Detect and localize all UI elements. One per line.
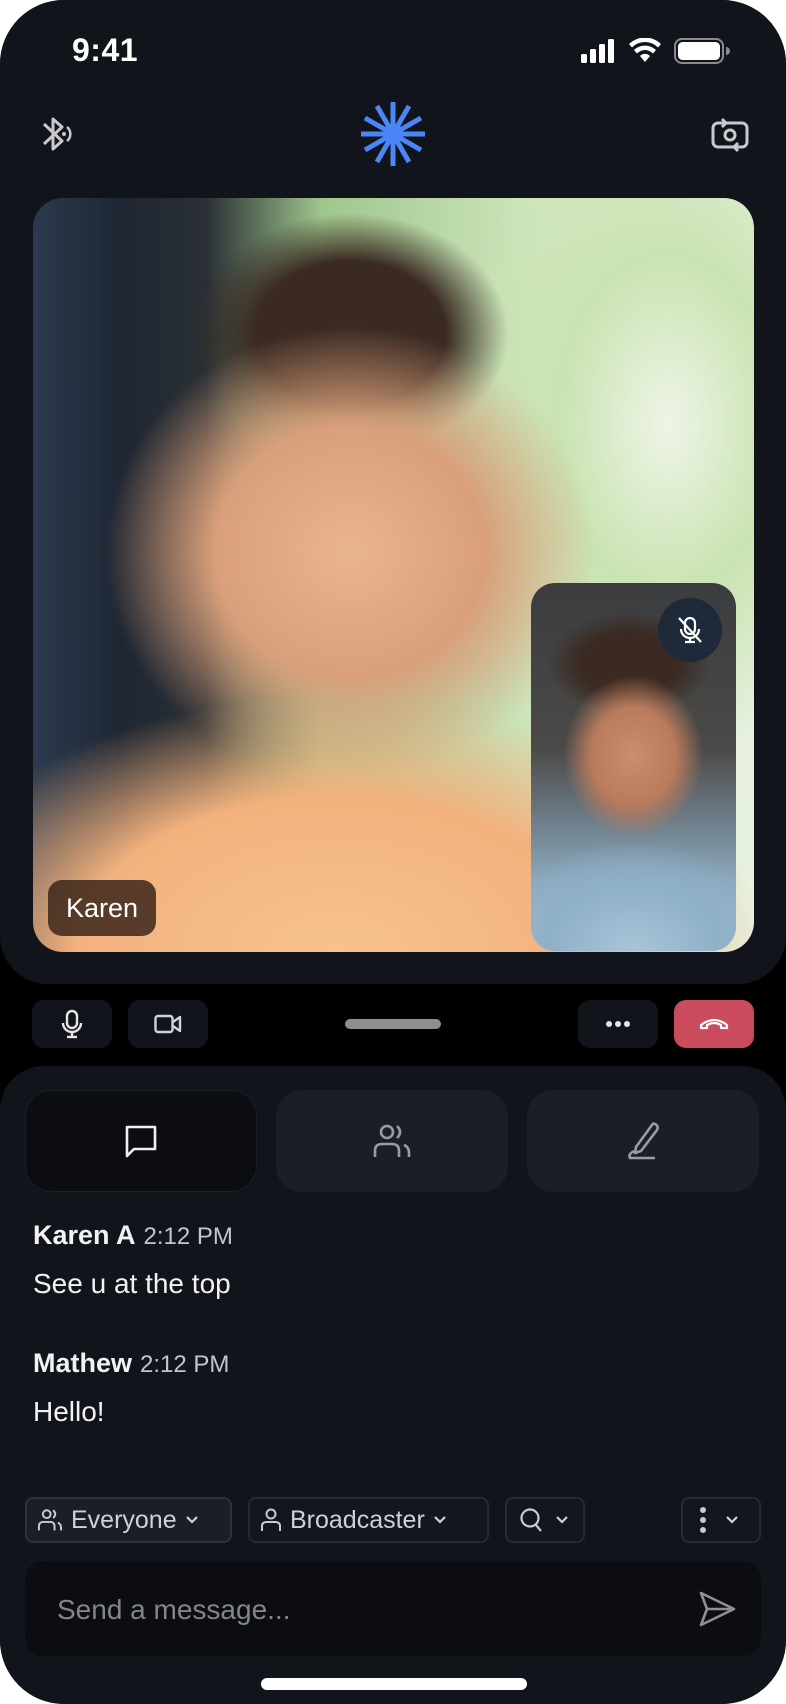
hang-up-icon: [699, 1018, 729, 1030]
message-text: Hello!: [33, 1396, 105, 1427]
search-filter-dropdown[interactable]: [505, 1497, 585, 1543]
mic-off-icon: [678, 616, 702, 644]
tab-participants[interactable]: [276, 1090, 508, 1192]
message-composer: [25, 1561, 761, 1658]
message-input[interactable]: [55, 1561, 679, 1658]
participant-name-tag: Karen: [48, 880, 157, 936]
bluetooth-audio-button[interactable]: [30, 108, 82, 160]
message-text: See u at the top: [33, 1268, 231, 1299]
chevron-down-icon: [434, 1516, 446, 1524]
more-vertical-icon: [700, 1507, 706, 1533]
chevron-down-icon: [556, 1516, 568, 1524]
more-filter-dropdown[interactable]: [681, 1497, 761, 1543]
call-panel: 9:41 Karen: [0, 0, 786, 984]
microphone-icon: [61, 1009, 83, 1039]
bluetooth-audio-icon: [42, 117, 72, 151]
wifi-icon: [629, 38, 661, 62]
cellular-signal-icon: [581, 39, 614, 63]
users-icon: [37, 1509, 63, 1531]
sheet-drag-handle[interactable]: [345, 1019, 441, 1029]
status-icons: [580, 38, 730, 64]
home-indicator: [261, 1678, 527, 1690]
more-horizontal-icon: [606, 1021, 630, 1027]
audience-filter-label: Everyone: [71, 1505, 177, 1534]
pip-muted-badge: [658, 598, 722, 662]
message-time: 2:12 PM: [140, 1351, 230, 1378]
camera-toggle-button[interactable]: [128, 1000, 208, 1048]
battery-icon: [674, 38, 730, 64]
switch-camera-icon: [711, 117, 749, 153]
users-icon: [373, 1124, 411, 1157]
status-time: 9:41: [72, 32, 139, 68]
chat-bubble-icon: [125, 1125, 157, 1158]
more-options-button[interactable]: [578, 1000, 658, 1048]
message-time: 2:12 PM: [143, 1223, 233, 1250]
role-filter-dropdown[interactable]: Broadcaster: [248, 1497, 489, 1543]
app-logo: [359, 100, 427, 168]
chevron-down-icon: [726, 1516, 738, 1524]
pen-icon: [628, 1122, 659, 1160]
user-icon: [261, 1508, 281, 1531]
message-sender-name: Mathew: [33, 1348, 133, 1378]
role-filter-label: Broadcaster: [290, 1505, 425, 1534]
end-call-button[interactable]: [674, 1000, 754, 1048]
send-icon: [699, 1591, 736, 1627]
audience-filter-dropdown[interactable]: Everyone: [25, 1497, 232, 1543]
phone-screen: 9:41 Karen Karen A 2:12 PM See u at the …: [0, 0, 786, 1704]
message-sender: Karen A 2:12 PM: [33, 1220, 233, 1251]
starburst-logo-icon: [361, 102, 425, 166]
send-button[interactable]: [693, 1585, 741, 1633]
message-sender-name: Karen A: [33, 1220, 136, 1250]
message-sender: Mathew 2:12 PM: [33, 1348, 229, 1379]
switch-camera-button[interactable]: [704, 108, 756, 160]
mic-toggle-button[interactable]: [32, 1000, 112, 1048]
video-camera-icon: [154, 1014, 182, 1034]
tab-chat[interactable]: [25, 1090, 257, 1192]
chevron-down-icon: [185, 1516, 198, 1524]
tab-whiteboard[interactable]: [527, 1090, 759, 1192]
search-icon: [520, 1508, 542, 1532]
